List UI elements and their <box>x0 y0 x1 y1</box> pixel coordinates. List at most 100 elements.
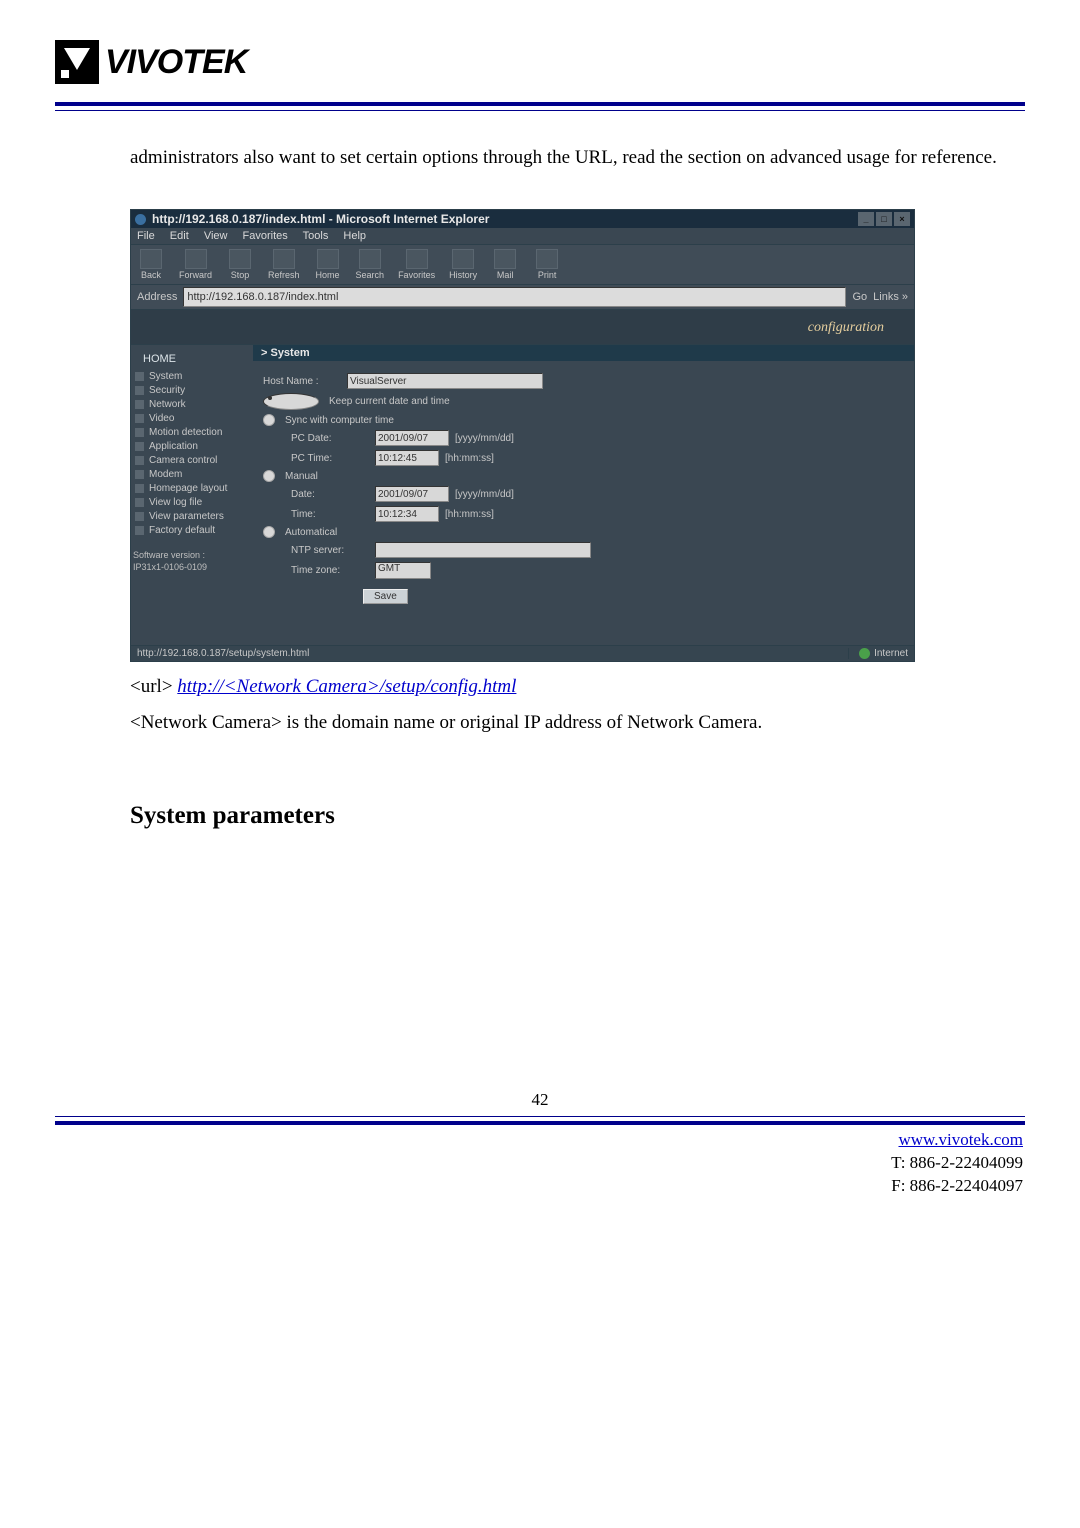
m-date-hint: [yyyy/mm/dd] <box>455 489 514 500</box>
menu-view[interactable]: View <box>204 230 228 242</box>
url-line: <url> http://<Network Camera>/setup/conf… <box>130 676 1025 698</box>
m-time-input[interactable] <box>375 506 439 522</box>
tz-label: Time zone: <box>291 565 369 576</box>
config-banner: configuration <box>131 310 914 345</box>
m-date-label: Date: <box>291 489 369 500</box>
logo-mark <box>55 40 99 84</box>
pc-date-input[interactable] <box>375 430 449 446</box>
pc-time-row: PC Time: [hh:mm:ss] <box>291 450 904 466</box>
software-version: Software version : IP31x1-0106-0109 <box>133 550 251 573</box>
sidebar-home[interactable]: HOME <box>143 353 251 365</box>
menu-help[interactable]: Help <box>343 230 366 242</box>
opt-auto-label: Automatical <box>285 527 337 538</box>
m-date-row: Date: [yyyy/mm/dd] <box>291 486 904 502</box>
opt-auto-row[interactable]: Automatical <box>263 526 904 538</box>
globe-icon <box>859 648 870 659</box>
search-button[interactable]: Search <box>356 249 385 280</box>
logo-text: VIVOTEK <box>105 43 247 82</box>
sidebar-item-homepage[interactable]: Homepage layout <box>133 483 251 494</box>
footer-link[interactable]: www.vivotek.com <box>899 1130 1024 1149</box>
menu-edit[interactable]: Edit <box>170 230 189 242</box>
ie-toolbar: Back Forward Stop Refresh Home Search Fa… <box>131 244 914 285</box>
footer-tel: T: 886-2-22404099 <box>891 1153 1023 1172</box>
go-button[interactable]: Go <box>852 291 867 303</box>
section-title: > System <box>253 345 914 361</box>
status-zone-label: Internet <box>874 648 908 659</box>
hostname-input[interactable] <box>347 373 543 389</box>
forward-button[interactable]: Forward <box>179 249 212 280</box>
back-button[interactable]: Back <box>137 249 165 280</box>
sidebar-item-application[interactable]: Application <box>133 441 251 452</box>
footer: www.vivotek.com T: 886-2-22404099 F: 886… <box>55 1129 1025 1198</box>
home-button[interactable]: Home <box>314 249 342 280</box>
header-rule <box>55 102 1025 111</box>
ntp-row: NTP server: <box>291 542 904 558</box>
sidebar-item-parameters[interactable]: View parameters <box>133 511 251 522</box>
intro-paragraph: administrators also want to set certain … <box>130 139 1015 177</box>
links-button[interactable]: Links » <box>873 291 908 303</box>
hostname-row: Host Name : <box>263 373 904 389</box>
opt-manual-row[interactable]: Manual <box>263 470 904 482</box>
opt-sync-label: Sync with computer time <box>285 415 394 426</box>
refresh-button[interactable]: Refresh <box>268 249 300 280</box>
favorites-button[interactable]: Favorites <box>398 249 435 280</box>
tz-row: Time zone: GMT <box>291 562 904 579</box>
print-button[interactable]: Print <box>533 249 561 280</box>
radio-keep[interactable] <box>263 393 319 410</box>
ie-menubar: File Edit View Favorites Tools Help <box>131 228 914 244</box>
close-button[interactable]: × <box>894 212 910 226</box>
maximize-button[interactable]: □ <box>876 212 892 226</box>
menu-favorites[interactable]: Favorites <box>243 230 288 242</box>
sidebar-item-factory[interactable]: Factory default <box>133 525 251 536</box>
content-pane: > System Host Name : Keep current date a… <box>253 345 914 645</box>
ntp-label: NTP server: <box>291 545 369 556</box>
sidebar-item-system[interactable]: System <box>133 371 251 382</box>
mail-button[interactable]: Mail <box>491 249 519 280</box>
status-zone: Internet <box>848 648 908 659</box>
opt-keep-label: Keep current date and time <box>329 396 450 407</box>
footer-fax: F: 886-2-22404097 <box>891 1176 1023 1195</box>
history-button[interactable]: History <box>449 249 477 280</box>
status-url: http://192.168.0.187/setup/system.html <box>137 648 848 659</box>
tz-select[interactable]: GMT <box>375 562 431 579</box>
ie-viewport: configuration HOME System Security Netwo… <box>131 310 914 645</box>
screenshot: http://192.168.0.187/index.html - Micros… <box>130 209 915 662</box>
sidebar-item-video[interactable]: Video <box>133 413 251 424</box>
m-date-input[interactable] <box>375 486 449 502</box>
stop-button[interactable]: Stop <box>226 249 254 280</box>
ie-title-text: http://192.168.0.187/index.html - Micros… <box>152 212 489 226</box>
menu-file[interactable]: File <box>137 230 155 242</box>
section-heading: System parameters <box>130 802 1025 830</box>
sidebar-item-modem[interactable]: Modem <box>133 469 251 480</box>
sidebar-item-motion[interactable]: Motion detection <box>133 427 251 438</box>
pc-time-label: PC Time: <box>291 453 369 464</box>
opt-sync-row[interactable]: Sync with computer time <box>263 414 904 426</box>
m-time-label: Time: <box>291 509 369 520</box>
logo: VIVOTEK <box>55 40 1025 84</box>
radio-sync[interactable] <box>263 414 275 426</box>
radio-auto[interactable] <box>263 526 275 538</box>
sidebar-item-network[interactable]: Network <box>133 399 251 410</box>
save-button[interactable]: Save <box>363 589 408 604</box>
sidebar-item-logfile[interactable]: View log file <box>133 497 251 508</box>
minimize-button[interactable]: _ <box>858 212 874 226</box>
hostname-label: Host Name : <box>263 376 341 387</box>
url-link[interactable]: http://<Network Camera>/setup/config.htm… <box>177 676 516 697</box>
pc-time-input[interactable] <box>375 450 439 466</box>
ie-app-icon <box>135 214 146 225</box>
sidebar-item-camera-control[interactable]: Camera control <box>133 455 251 466</box>
opt-keep-row[interactable]: Keep current date and time <box>263 393 904 410</box>
address-input[interactable] <box>183 287 846 307</box>
menu-tools[interactable]: Tools <box>303 230 329 242</box>
footer-rule <box>55 1116 1025 1125</box>
ie-titlebar: http://192.168.0.187/index.html - Micros… <box>131 210 914 228</box>
sidebar: HOME System Security Network Video Motio… <box>131 345 253 645</box>
radio-manual[interactable] <box>263 470 275 482</box>
opt-manual-label: Manual <box>285 471 318 482</box>
sidebar-item-security[interactable]: Security <box>133 385 251 396</box>
m-time-row: Time: [hh:mm:ss] <box>291 506 904 522</box>
pc-date-hint: [yyyy/mm/dd] <box>455 433 514 444</box>
ntp-input[interactable] <box>375 542 591 558</box>
pc-date-row: PC Date: [yyyy/mm/dd] <box>291 430 904 446</box>
m-time-hint: [hh:mm:ss] <box>445 509 494 520</box>
